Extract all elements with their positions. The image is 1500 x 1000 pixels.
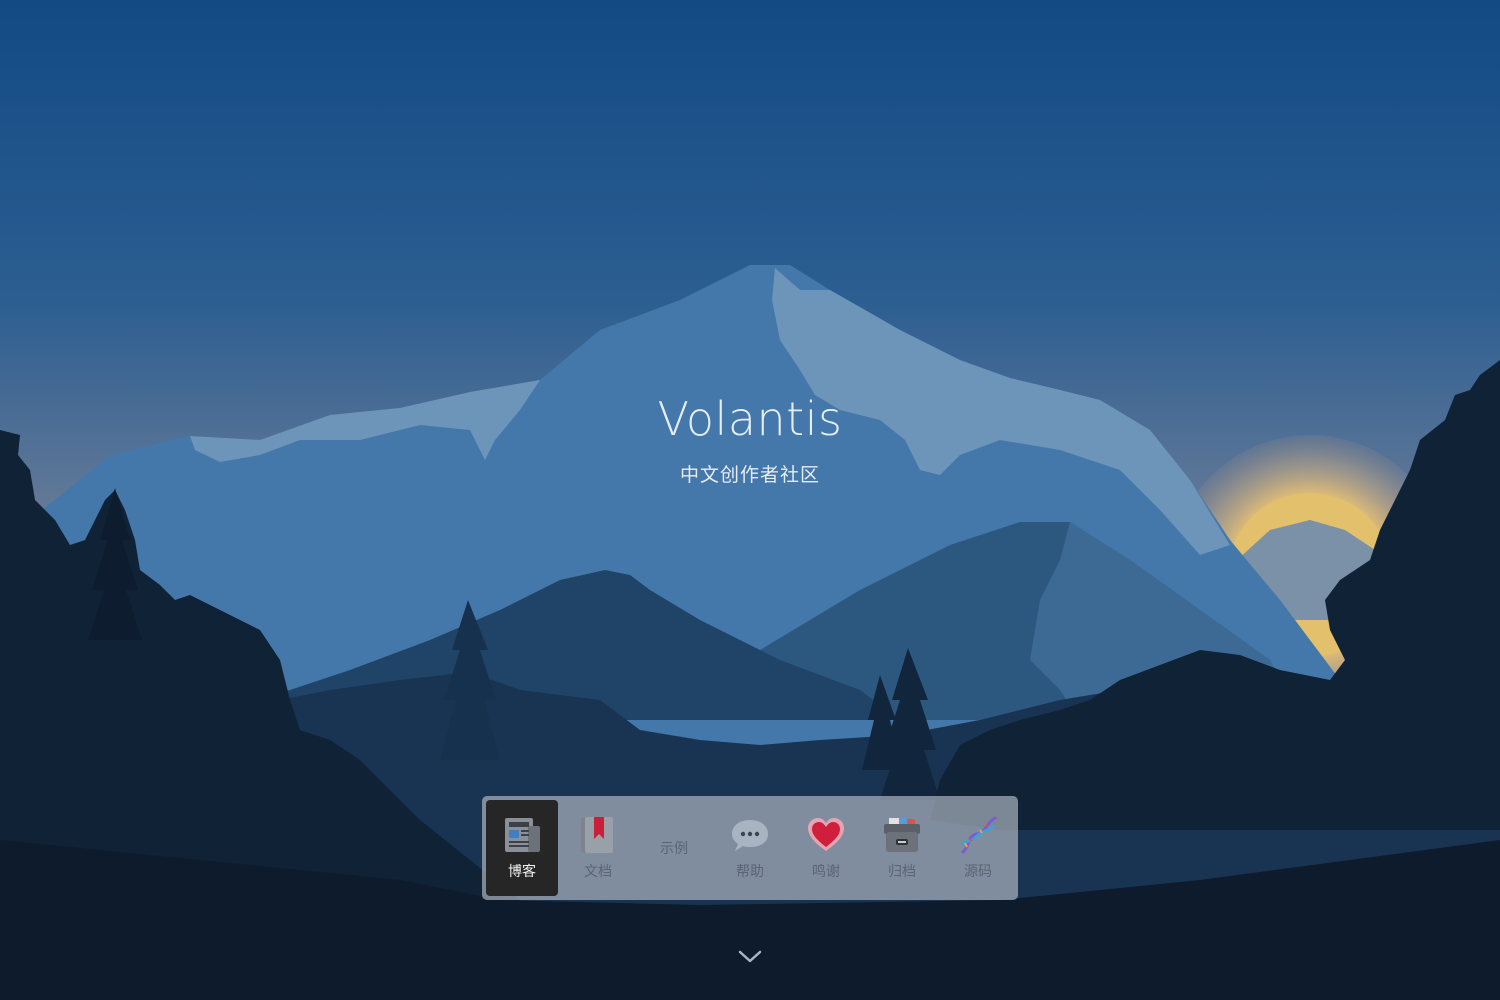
newspaper-icon: [505, 818, 540, 852]
dock-item-label: 文档: [584, 864, 612, 880]
dock-item-docs[interactable]: 文档: [562, 800, 634, 896]
heart-icon: [808, 818, 844, 851]
dock-item-label: 归档: [888, 864, 916, 880]
scroll-down-button[interactable]: [735, 944, 765, 968]
dock-item-label: 源码: [964, 864, 992, 880]
dock-item-archive[interactable]: 归档: [866, 800, 938, 896]
site-subtitle: 中文创作者社区: [679, 464, 820, 486]
dock-item-source[interactable]: 源码: [942, 800, 1014, 896]
chevron-down-icon: [738, 950, 762, 963]
dock-item-label: 博客: [508, 864, 536, 880]
dock-item-blog[interactable]: 博客: [486, 800, 558, 896]
dock-item-label: 帮助: [736, 864, 764, 880]
site-title: Volantis: [657, 392, 843, 446]
navigation-dock: 博客 文档 示例 帮助 鸣谢 归档 源码: [482, 796, 1018, 900]
dock-item-thanks[interactable]: 鸣谢: [790, 800, 862, 896]
dock-item-examples[interactable]: 示例: [638, 800, 710, 896]
dock-item-help[interactable]: 帮助: [714, 800, 786, 896]
bookmark-book-icon: [581, 817, 613, 853]
speech-bubble-icon: [732, 820, 768, 851]
dna-icon: [961, 816, 997, 854]
dock-item-label: 鸣谢: [812, 864, 840, 880]
dock-item-label: 示例: [660, 841, 688, 857]
archive-box-icon: [884, 817, 920, 852]
